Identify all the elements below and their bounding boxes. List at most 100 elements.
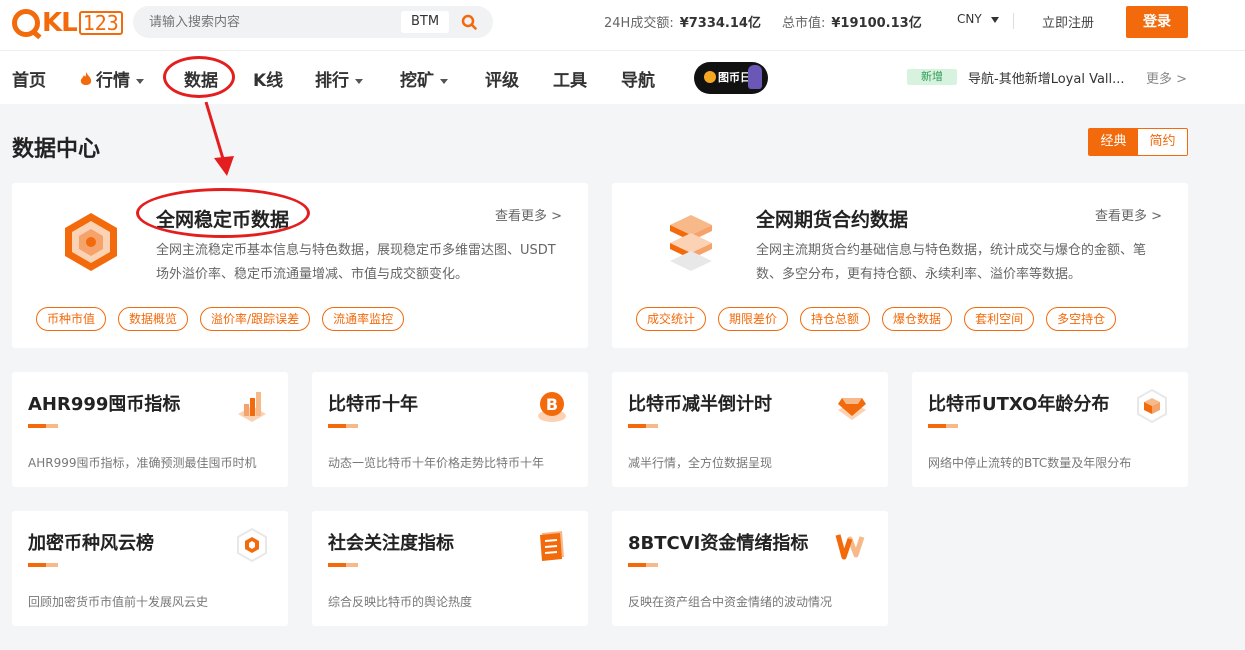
logo-number: 123 xyxy=(78,11,123,35)
card-tags: 成交统计 期限差价 持仓总额 爆仓数据 套利空间 多空持仓 xyxy=(636,307,1117,331)
card-description: AHR999囤币指标，准确预测最佳囤币时机 xyxy=(28,456,257,470)
nav-item-kline[interactable]: K线 xyxy=(253,66,283,91)
card-description: 减半行情，全方位数据呈现 xyxy=(628,456,773,470)
hexagon-ring-icon xyxy=(237,527,267,563)
btcvi-sentiment-card[interactable]: 8BTCVI资金情绪指标 反映在资产组合中资金情绪的波动情况 xyxy=(612,511,888,626)
search-bar: BTM xyxy=(133,6,493,38)
news-ticker-link[interactable]: 导航-其他新增Loyal Vall... xyxy=(968,68,1138,87)
hexagon-icon xyxy=(65,213,117,271)
nav-item-tools[interactable]: 工具 xyxy=(553,66,587,91)
volume-stat: 24H成交额: ¥7334.14亿 xyxy=(604,12,761,31)
fire-icon xyxy=(80,72,92,85)
caret-down-icon xyxy=(136,78,144,84)
caret-down-icon xyxy=(990,16,999,23)
nav-item-ranking[interactable]: 排行 xyxy=(315,66,363,91)
promo-banner[interactable]: 图币日 xyxy=(694,62,768,94)
crypto-leaderboard-card[interactable]: 加密币种风云榜 回顾加密货币市值前十发展风云史 xyxy=(12,511,288,626)
currency-select[interactable]: CNY xyxy=(957,12,999,26)
volume-label: 24H成交额: xyxy=(604,16,674,31)
login-button[interactable]: 登录 xyxy=(1126,6,1188,38)
bar-chart-icon xyxy=(238,392,266,422)
view-toggle: 经典 简约 xyxy=(1088,128,1188,156)
card-description: 动态一览比特币十年价格走势比特币十年 xyxy=(328,456,545,470)
nav-label: 评级 xyxy=(485,71,519,91)
view-simple-button[interactable]: 简约 xyxy=(1138,129,1187,155)
accent-bar xyxy=(328,424,358,428)
document-lines-icon xyxy=(540,531,564,561)
tag-button[interactable]: 流通率监控 xyxy=(322,307,405,331)
card-description: 全网主流稳定币基本信息与特色数据，展现稳定币多维雷达图、USDT场外溢价率、稳定… xyxy=(156,243,556,282)
utxo-age-card[interactable]: 比特币UTXO年龄分布 网络中停止流转的BTC数量及年限分布 xyxy=(912,372,1188,487)
annotation-arrow xyxy=(204,101,234,176)
nav-label: 排行 xyxy=(315,71,349,91)
nav-item-navigation[interactable]: 导航 xyxy=(621,66,655,91)
volume-value: ¥7334.14亿 xyxy=(679,16,761,31)
new-badge: 新增 xyxy=(907,69,957,85)
nav-label: 工具 xyxy=(553,71,587,91)
caret-down-icon xyxy=(355,78,363,84)
tag-button[interactable]: 持仓总额 xyxy=(800,307,871,331)
tag-button[interactable]: 多空持仓 xyxy=(1046,307,1117,331)
card-title: 全网期货合约数据 xyxy=(756,209,909,231)
futures-data-card[interactable]: 全网期货合约数据 查看更多 > 全网主流期货合约基础信息与特色数据，统计成交与爆… xyxy=(612,183,1188,348)
search-input[interactable] xyxy=(149,12,389,32)
tag-button[interactable]: 数据概览 xyxy=(118,307,189,331)
social-attention-card[interactable]: 社会关注度指标 综合反映比特币的舆论热度 xyxy=(312,511,588,626)
card-title: 社会关注度指标 xyxy=(328,533,454,554)
nav-label: 数据 xyxy=(184,71,218,91)
nav-item-home[interactable]: 首页 xyxy=(12,66,46,91)
bitcoin-decade-card[interactable]: 比特币十年 动态一览比特币十年价格走势比特币十年 B xyxy=(312,372,588,487)
tag-button[interactable]: 套利空间 xyxy=(964,307,1035,331)
bitcoin-icon: B xyxy=(538,392,566,422)
card-title: AHR999囤币指标 xyxy=(28,394,181,415)
search-suggestion-tag[interactable]: BTM xyxy=(401,11,449,33)
accent-bar xyxy=(28,563,58,567)
nav-item-market[interactable]: 行情 xyxy=(80,66,144,91)
market-cap-value: ¥19100.13亿 xyxy=(831,16,922,31)
nav-label: 行情 xyxy=(96,71,130,91)
card-title: 全网稳定币数据 xyxy=(156,209,290,231)
accent-bar xyxy=(928,424,958,428)
tag-button[interactable]: 溢价率/跟踪误差 xyxy=(200,307,311,331)
card-title: 比特币减半倒计时 xyxy=(628,394,772,415)
market-cap-stat: 总市值: ¥19100.13亿 xyxy=(782,12,922,31)
card-description: 全网主流期货合约基础信息与特色数据，统计成交与爆仓的金额、笔数、多空分布，更有持… xyxy=(756,243,1147,282)
diamond-icon xyxy=(838,398,866,420)
view-more-link[interactable]: 查看更多 > xyxy=(1095,205,1162,224)
search-icon[interactable] xyxy=(461,14,477,30)
market-cap-label: 总市值: xyxy=(782,16,826,31)
card-description: 综合反映比特币的舆论热度 xyxy=(328,595,473,609)
stablecoin-data-card[interactable]: 全网稳定币数据 查看更多 > 全网主流稳定币基本信息与特色数据，展现稳定币多维雷… xyxy=(12,183,588,348)
ahr999-card[interactable]: AHR999囤币指标 AHR999囤币指标，准确预测最佳囤币时机 xyxy=(12,372,288,487)
nav-item-data[interactable]: 数据 xyxy=(184,66,218,91)
page-title: 数据中心 xyxy=(12,137,101,162)
accent-bar xyxy=(628,424,658,428)
tag-button[interactable]: 成交统计 xyxy=(636,307,707,331)
nav-item-mining[interactable]: 挖矿 xyxy=(400,66,448,91)
tag-button[interactable]: 期限差价 xyxy=(718,307,789,331)
nav-label: 挖矿 xyxy=(400,71,434,91)
view-classic-button[interactable]: 经典 xyxy=(1089,129,1138,155)
mascot-icon xyxy=(748,65,762,89)
halving-countdown-card[interactable]: 比特币减半倒计时 减半行情，全方位数据呈现 xyxy=(612,372,888,487)
nav-label: 首页 xyxy=(12,71,46,91)
accent-bar xyxy=(28,424,58,428)
header-separator xyxy=(0,50,1245,51)
nav-item-rating[interactable]: 评级 xyxy=(485,66,519,91)
card-description: 网络中停止流转的BTC数量及年限分布 xyxy=(928,456,1132,470)
svg-text:B: B xyxy=(546,395,558,414)
view-more-link[interactable]: 查看更多 > xyxy=(495,205,562,224)
tag-button[interactable]: 爆仓数据 xyxy=(882,307,953,331)
register-link[interactable]: 立即注册 xyxy=(1042,12,1094,31)
promo-text: 图币日 xyxy=(718,71,751,84)
stacked-cubes-icon xyxy=(670,215,712,271)
card-tags: 币种市值 数据概览 溢价率/跟踪误差 流通率监控 xyxy=(36,307,405,331)
header: KL 123 BTM 24H成交额: ¥7334.14亿 总市值: ¥19100.1… xyxy=(0,0,1245,104)
card-description: 反映在资产组合中资金情绪的波动情况 xyxy=(628,595,833,609)
card-title: 比特币十年 xyxy=(328,394,418,415)
more-news-link[interactable]: 更多 > xyxy=(1146,68,1187,87)
card-description: 回顾加密货币市值前十发展风云史 xyxy=(28,595,209,609)
header-divider xyxy=(1013,13,1014,29)
tag-button[interactable]: 币种市值 xyxy=(36,307,107,331)
site-logo[interactable]: KL 123 xyxy=(12,8,123,38)
